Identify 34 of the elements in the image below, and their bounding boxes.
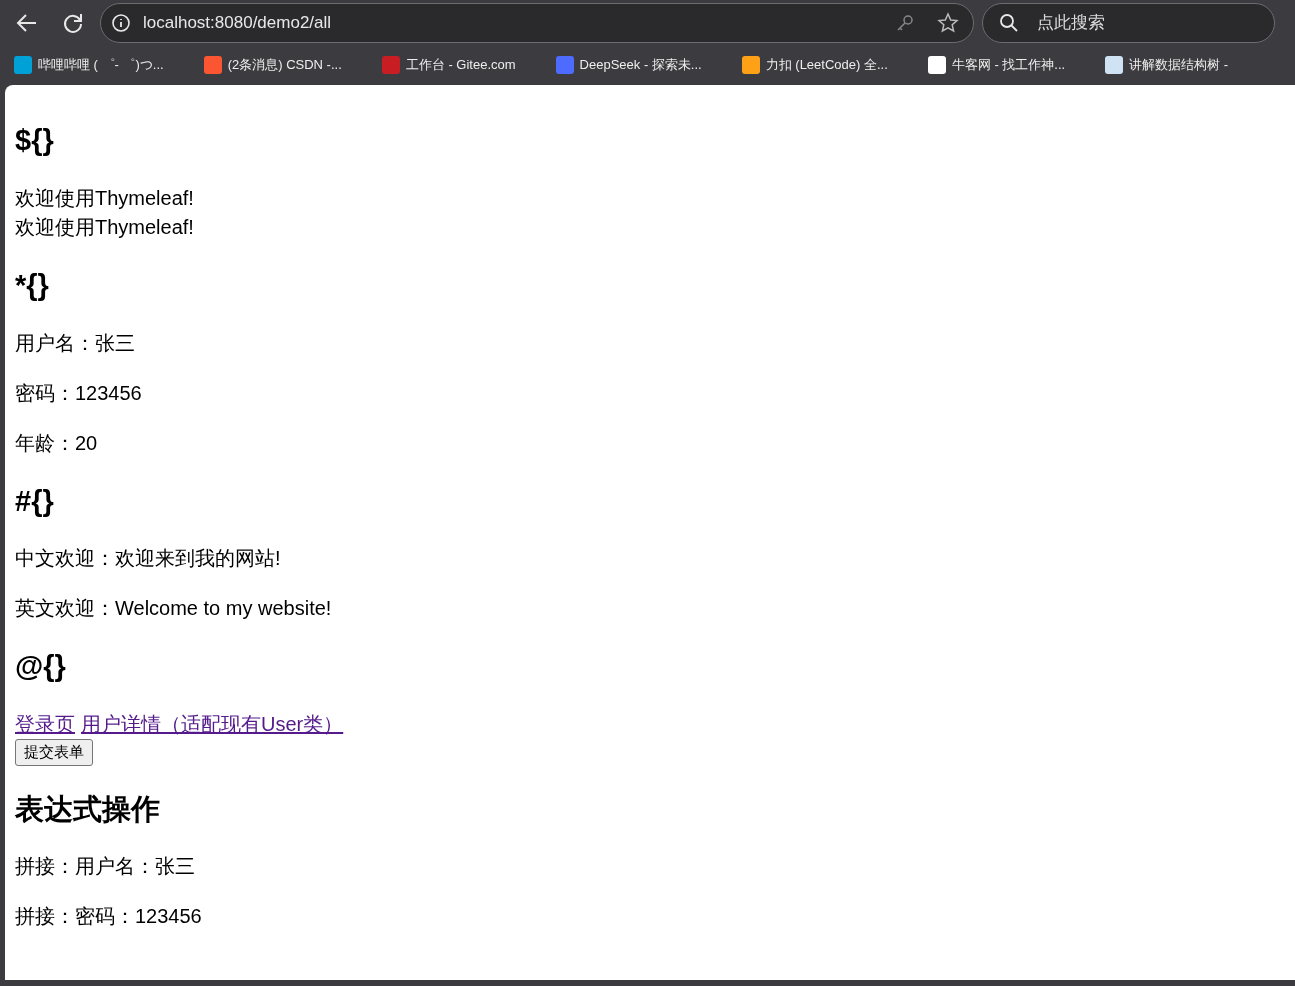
- key-icon[interactable]: [895, 12, 915, 33]
- bookmark-link[interactable]: 讲解数据结构树 -: [1101, 51, 1233, 79]
- section-heading: @{}: [15, 649, 67, 685]
- star-icon[interactable]: [937, 11, 959, 34]
- info-icon[interactable]: [111, 12, 131, 33]
- text-paragraph: 拼接：用户名：张三: [15, 854, 196, 880]
- search-icon: [999, 12, 1019, 33]
- back-arrow-icon[interactable]: [16, 11, 38, 34]
- text-link[interactable]: 登录页: [15, 713, 75, 736]
- text-paragraph: 密码：123456: [15, 380, 143, 406]
- bookmark-link[interactable]: 哔哩哔哩 ( ゜- ゜)つ...: [10, 51, 168, 79]
- text-paragraph: 用户名：张三: [15, 330, 136, 356]
- bookmark-link[interactable]: 工作台 - Gitee.com: [377, 51, 520, 79]
- bookmark-link[interactable]: 力扣 (LeetCode) 全...: [737, 51, 892, 79]
- bookmark-link[interactable]: (2条消息) CSDN -...: [199, 51, 346, 79]
- text-link[interactable]: 用户详情（适配现有User类）: [81, 713, 344, 736]
- section-heading: *{}: [15, 267, 50, 303]
- text-line: 欢迎使用Thymeleaf!: [15, 185, 195, 211]
- reload-icon[interactable]: [62, 11, 84, 34]
- bookmark-link[interactable]: DeepSeek - 探索未...: [551, 51, 706, 79]
- address-bar[interactable]: localhost:8080/demo2/all: [100, 2, 974, 43]
- search-box[interactable]: 点此搜索: [982, 2, 1275, 43]
- section-heading: ${}: [15, 123, 55, 158]
- submit-button[interactable]: 提交表单: [15, 739, 93, 766]
- search-field[interactable]: 点此搜索: [1035, 8, 1258, 37]
- text-paragraph: 中文欢迎：欢迎来到我的网站!: [15, 546, 282, 572]
- address-field[interactable]: localhost:8080/demo2/all: [143, 9, 883, 36]
- text-paragraph: 拼接：密码：123456: [15, 904, 203, 930]
- text-paragraph: 年龄：20: [15, 430, 99, 456]
- bookmark-link[interactable]: 牛客网 - 找工作神...: [923, 51, 1070, 79]
- section-heading: 表达式操作: [15, 791, 161, 827]
- text-line: 欢迎使用Thymeleaf!: [15, 214, 195, 240]
- text-paragraph: 英文欢迎：Welcome to my website!: [15, 596, 333, 622]
- section-heading: #{}: [15, 483, 55, 519]
